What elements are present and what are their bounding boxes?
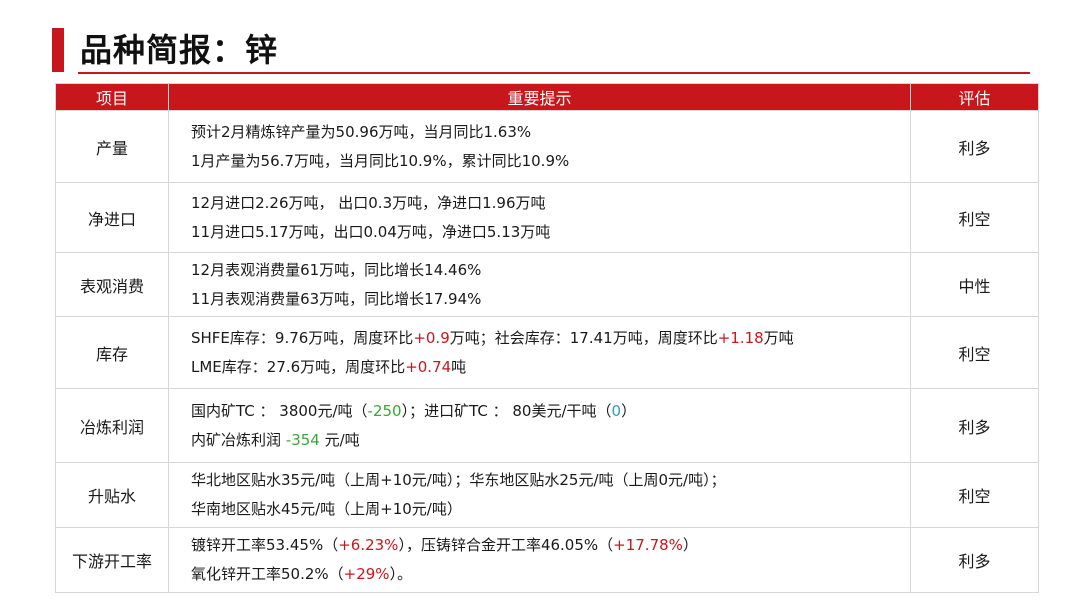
- row-item: 表观消费: [55, 252, 169, 317]
- table-row: 产量 预计2月精炼锌产量为50.96万吨，当月同比1.63% 1月产量为56.7万吨…: [55, 110, 1039, 183]
- title-underline: [78, 72, 1030, 74]
- row-eval: 利多: [910, 527, 1039, 593]
- tip-line: 预计2月精炼锌产量为50.96万吨，当月同比1.63%: [191, 118, 910, 147]
- tip-change-value: -250: [367, 401, 402, 420]
- tip-line: 11月进口5.17万吨，出口0.04万吨，净进口5.13万吨: [191, 218, 910, 247]
- tip-change-value: +17.78%: [613, 536, 683, 554]
- tip-line: 1月产量为56.7万吨，当月同比10.9%，累计同比10.9%: [191, 147, 910, 176]
- row-eval: 中性: [910, 252, 1039, 317]
- tip-line: 内矿冶炼利润 -354 元/吨: [191, 426, 910, 455]
- row-item: 下游开工率: [55, 527, 169, 593]
- row-tips: 12月表观消费量61万吨，同比增长14.46% 11月表观消费量63万吨，同比增长…: [168, 252, 911, 317]
- tip-line: LME库存：27.6万吨，周度环比+0.74吨: [191, 353, 910, 382]
- table-row: 库存 SHFE库存：9.76万吨，周度环比+0.9万吨；社会库存：17.41万吨，…: [55, 316, 1039, 389]
- header-eval: 评估: [910, 83, 1039, 111]
- tip-text: 华北地区贴水35元/吨（上周+10元/吨）；华东地区贴水25元/吨（上周0元/吨…: [191, 471, 726, 489]
- tip-text: 11月进口5.17万吨，出口0.04万吨，净进口5.13万吨: [191, 222, 551, 241]
- row-item: 净进口: [55, 182, 169, 253]
- tip-text: 预计2月精炼锌产量为50.96万吨，当月同比1.63%: [191, 122, 532, 141]
- row-eval: 利多: [910, 110, 1039, 183]
- title-accent-bar: [52, 28, 64, 72]
- row-eval: 利空: [910, 316, 1039, 389]
- tip-text: 吨: [451, 357, 467, 376]
- row-tips: SHFE库存：9.76万吨，周度环比+0.9万吨；社会库存：17.41万吨，周度…: [168, 316, 911, 389]
- tip-change-value: +0.74: [405, 357, 452, 376]
- tip-line: 12月进口2.26万吨， 出口0.3万吨，净进口1.96万吨: [191, 189, 910, 218]
- tip-line: 11月表观消费量63万吨，同比增长17.94%: [191, 285, 910, 314]
- tip-line: 华南地区贴水45元/吨（上周+10元/吨）: [191, 495, 910, 524]
- tip-line: 镀锌开工率53.45%（+6.23%），压铸锌合金开工率46.05%（+17.7…: [191, 531, 910, 560]
- tip-text: 国内矿TC ： 3800元/吨（: [191, 401, 368, 420]
- tip-line: 国内矿TC ： 3800元/吨（-250）；进口矿TC ： 80美元/干吨（0）: [191, 397, 910, 426]
- row-tips: 国内矿TC ： 3800元/吨（-250）；进口矿TC ： 80美元/干吨（0）…: [168, 388, 911, 463]
- table-row: 冶炼利润 国内矿TC ： 3800元/吨（-250）；进口矿TC ： 80美元/干…: [55, 388, 1039, 463]
- briefing-table: 项目 重要提示 评估 产量 预计2月精炼锌产量为50.96万吨，当月同比1.63%…: [55, 83, 1039, 593]
- table-row: 升贴水 华北地区贴水35元/吨（上周+10元/吨）；华东地区贴水25元/吨（上周0…: [55, 462, 1039, 528]
- header-item: 项目: [55, 83, 169, 111]
- tip-text: 万吨；社会库存：17.41万吨，周度环比: [449, 328, 718, 347]
- table-row: 表观消费 12月表观消费量61万吨，同比增长14.46% 11月表观消费量63万吨，…: [55, 252, 1039, 317]
- table-row: 净进口 12月进口2.26万吨， 出口0.3万吨，净进口1.96万吨 11月进口5.…: [55, 182, 1039, 253]
- tip-change-value: +0.9: [413, 328, 450, 347]
- tip-line: 12月表观消费量61万吨，同比增长14.46%: [191, 256, 910, 285]
- header-tips: 重要提示: [168, 83, 911, 111]
- row-eval: 利多: [910, 388, 1039, 463]
- tip-text: SHFE库存：9.76万吨，周度环比: [191, 328, 414, 347]
- row-eval: 利空: [910, 462, 1039, 528]
- tip-text: 元/吨: [319, 430, 360, 449]
- tip-line: 华北地区贴水35元/吨（上周+10元/吨）；华东地区贴水25元/吨（上周0元/吨…: [191, 466, 910, 495]
- tip-line: 氧化锌开工率50.2%（+29%）。: [191, 560, 910, 589]
- tip-text: 11月表观消费量63万吨，同比增长17.94%: [191, 289, 482, 308]
- tip-text: 内矿冶炼利润: [191, 430, 286, 449]
- tip-change-value: +1.18: [717, 328, 764, 347]
- row-tips: 华北地区贴水35元/吨（上周+10元/吨）；华东地区贴水25元/吨（上周0元/吨…: [168, 462, 911, 528]
- row-tips: 镀锌开工率53.45%（+6.23%），压铸锌合金开工率46.05%（+17.7…: [168, 527, 911, 593]
- tip-change-value: -354: [285, 430, 320, 449]
- tip-text: 华南地区贴水45元/吨（上周+10元/吨）: [191, 500, 462, 518]
- tip-change-value: +6.23%: [338, 536, 399, 554]
- tip-text: ）；进口矿TC ： 80美元/干吨（: [401, 401, 612, 420]
- tip-text: 12月进口2.26万吨， 出口0.3万吨，净进口1.96万吨: [191, 193, 546, 212]
- table-row: 下游开工率 镀锌开工率53.45%（+6.23%），压铸锌合金开工率46.05%（…: [55, 527, 1039, 593]
- tip-change-value: +29%: [343, 565, 390, 583]
- tip-text: ）: [621, 401, 637, 420]
- row-item: 升贴水: [55, 462, 169, 528]
- tip-text: ）: [682, 536, 698, 554]
- row-item: 产量: [55, 110, 169, 183]
- row-item: 冶炼利润: [55, 388, 169, 463]
- tip-change-value: 0: [611, 401, 622, 420]
- tip-text: 12月表观消费量61万吨，同比增长14.46%: [191, 260, 482, 279]
- tip-text: LME库存：27.6万吨，周度环比: [191, 357, 406, 376]
- tip-line: SHFE库存：9.76万吨，周度环比+0.9万吨；社会库存：17.41万吨，周度…: [191, 324, 910, 353]
- row-tips: 12月进口2.26万吨， 出口0.3万吨，净进口1.96万吨 11月进口5.17万…: [168, 182, 911, 253]
- tip-text: 万吨: [763, 328, 794, 347]
- tip-text: 氧化锌开工率50.2%（: [191, 565, 344, 583]
- tip-text: ），压铸锌合金开工率46.05%（: [398, 536, 614, 554]
- tip-text: 镀锌开工率53.45%（: [191, 536, 339, 554]
- page-title: 品种简报：锌: [80, 31, 279, 69]
- tip-text: ）。: [389, 565, 413, 583]
- row-eval: 利空: [910, 182, 1039, 253]
- row-tips: 预计2月精炼锌产量为50.96万吨，当月同比1.63% 1月产量为56.7万吨，当…: [168, 110, 911, 183]
- table-header-row: 项目 重要提示 评估: [55, 83, 1039, 111]
- row-item: 库存: [55, 316, 169, 389]
- tip-text: 1月产量为56.7万吨，当月同比10.9%，累计同比10.9%: [191, 151, 570, 170]
